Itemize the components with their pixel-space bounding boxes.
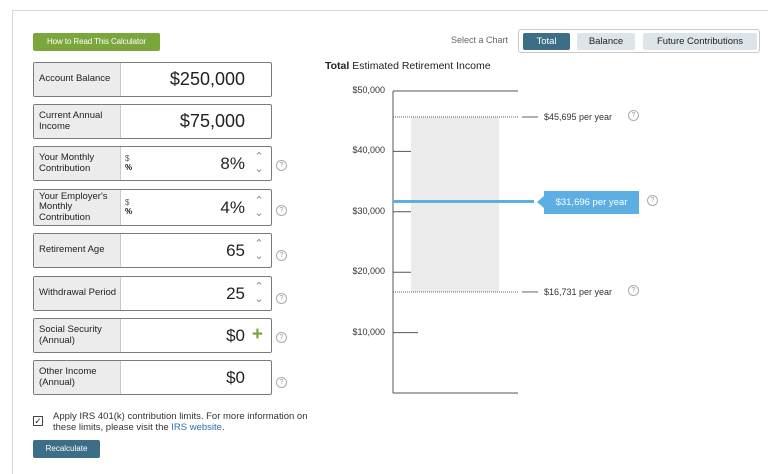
help-icon[interactable]: ? (647, 194, 658, 206)
range-high-label: $45,695 per year (544, 112, 613, 122)
y-tick-label: $50,000 (352, 85, 385, 95)
y-tick-label: $40,000 (352, 145, 385, 156)
estimate-label: $31,696 per year (537, 190, 639, 214)
help-icon[interactable]: ? (628, 284, 639, 296)
income-range-bar (411, 117, 499, 292)
y-tick-label: $10,000 (352, 326, 385, 337)
y-tick-label: $20,000 (352, 266, 385, 277)
range-low-label: $16,731 per year (544, 286, 613, 297)
help-icon[interactable]: ? (628, 110, 639, 121)
retirement-income-chart (392, 90, 538, 394)
y-tick-label: $30,000 (352, 205, 385, 216)
